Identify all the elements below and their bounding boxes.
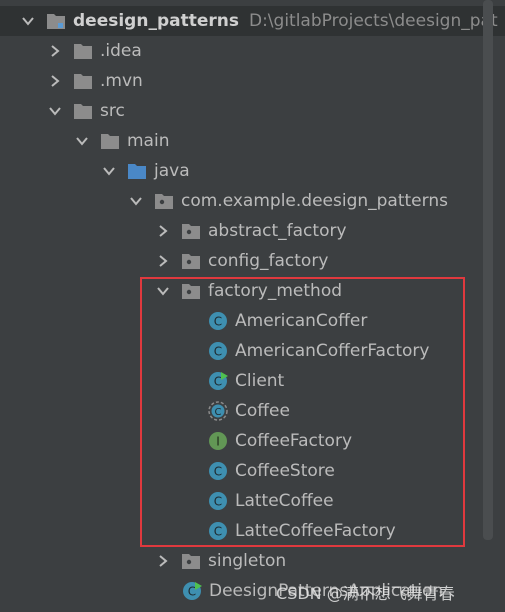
folder-icon: [73, 101, 93, 121]
svg-text:C: C: [214, 465, 222, 479]
tree-row-abstract-factory[interactable]: abstract_factory: [0, 216, 505, 246]
svg-text:C: C: [214, 375, 222, 389]
tree-item-label: CoffeeFactory: [235, 431, 352, 451]
chevron-down-icon[interactable]: [20, 13, 36, 29]
chevron-right-icon[interactable]: [47, 43, 63, 59]
class-icon: C: [208, 461, 228, 481]
tree-row-java[interactable]: java: [0, 156, 505, 186]
tree-row-class[interactable]: C Coffee: [0, 396, 505, 426]
spring-boot-app-icon: C: [182, 581, 202, 601]
chevron-down-icon[interactable]: [101, 163, 117, 179]
tree-item-label: abstract_factory: [208, 221, 347, 241]
tree-item-label: Coffee: [235, 401, 290, 421]
tree-row-src[interactable]: src: [0, 96, 505, 126]
class-icon: C: [208, 521, 228, 541]
tree-item-label: .idea: [100, 41, 142, 61]
abstract-class-icon: C: [208, 401, 228, 421]
folder-icon: [73, 71, 93, 91]
tree-item-label: AmericanCoffer: [235, 311, 368, 331]
runnable-class-icon: C: [208, 371, 228, 391]
tree-row-mvn[interactable]: .mvn: [0, 66, 505, 96]
chevron-down-icon[interactable]: [155, 283, 171, 299]
tree-row-config-factory[interactable]: config_factory: [0, 246, 505, 276]
chevron-down-icon[interactable]: [74, 133, 90, 149]
source-folder-icon: [127, 161, 147, 181]
svg-text:C: C: [214, 525, 222, 539]
tree-item-label: LatteCoffeeFactory: [235, 521, 396, 541]
interface-icon: I: [208, 431, 228, 451]
tree-row-package-root[interactable]: com.example.deesign_patterns: [0, 186, 505, 216]
tree-item-label: main: [127, 131, 170, 151]
svg-text:C: C: [188, 585, 196, 599]
chevron-right-icon[interactable]: [155, 253, 171, 269]
svg-text:I: I: [216, 435, 220, 449]
package-icon: [181, 221, 201, 241]
tree-root-label: deesign_patterns: [73, 11, 239, 31]
chevron-right-icon[interactable]: [47, 73, 63, 89]
tree-item-label: factory_method: [208, 281, 343, 301]
package-icon: [181, 251, 201, 271]
tree-row-root[interactable]: deesign_patterns D:\gitlabProjects\deesi…: [0, 6, 505, 36]
watermark: CSDN @满不想飞舞青春: [276, 584, 455, 603]
tree-row-class[interactable]: C Client: [0, 366, 505, 396]
tree-row-class[interactable]: C LatteCoffee: [0, 486, 505, 516]
tree-row-class[interactable]: C CoffeeStore: [0, 456, 505, 486]
tree-row-class[interactable]: C AmericanCofferFactory: [0, 336, 505, 366]
tree-row-singleton[interactable]: singleton: [0, 546, 505, 576]
tree-item-label: com.example.deesign_patterns: [181, 191, 448, 211]
tree-row-interface[interactable]: I CoffeeFactory: [0, 426, 505, 456]
tree-item-label: .mvn: [100, 71, 143, 91]
tree-item-label: Client: [235, 371, 285, 391]
svg-text:C: C: [214, 315, 222, 329]
chevron-right-icon[interactable]: [155, 223, 171, 239]
package-icon: [154, 191, 174, 211]
tree-item-label: AmericanCofferFactory: [235, 341, 430, 361]
package-icon: [181, 551, 201, 571]
class-icon: C: [208, 341, 228, 361]
svg-text:C: C: [214, 495, 222, 509]
class-icon: C: [208, 491, 228, 511]
project-tree: deesign_patterns D:\gitlabProjects\deesi…: [0, 0, 505, 612]
folder-icon: [73, 41, 93, 61]
tree-item-label: CoffeeStore: [235, 461, 335, 481]
tree-item-label: java: [154, 161, 190, 181]
tree-row-idea[interactable]: .idea: [0, 36, 505, 66]
svg-text:C: C: [214, 345, 222, 359]
tree-row-class[interactable]: C AmericanCoffer: [0, 306, 505, 336]
tree-root-path: D:\gitlabProjects\deesign_pat: [248, 11, 498, 31]
class-icon: C: [208, 311, 228, 331]
tree-row-factory-method[interactable]: factory_method: [0, 276, 505, 306]
tree-item-label: src: [100, 101, 125, 121]
tree-item-label: singleton: [208, 551, 287, 571]
vertical-scrollbar[interactable]: [483, 0, 493, 540]
package-icon: [181, 281, 201, 301]
svg-text:C: C: [215, 407, 222, 418]
tree-row-class[interactable]: C LatteCoffeeFactory: [0, 516, 505, 546]
folder-icon: [100, 131, 120, 151]
tree-item-label: config_factory: [208, 251, 329, 271]
tree-item-label: LatteCoffee: [235, 491, 334, 511]
tree-row-main[interactable]: main: [0, 126, 505, 156]
chevron-down-icon[interactable]: [47, 103, 63, 119]
chevron-right-icon[interactable]: [155, 553, 171, 569]
chevron-down-icon[interactable]: [128, 193, 144, 209]
module-folder-icon: [46, 11, 66, 31]
